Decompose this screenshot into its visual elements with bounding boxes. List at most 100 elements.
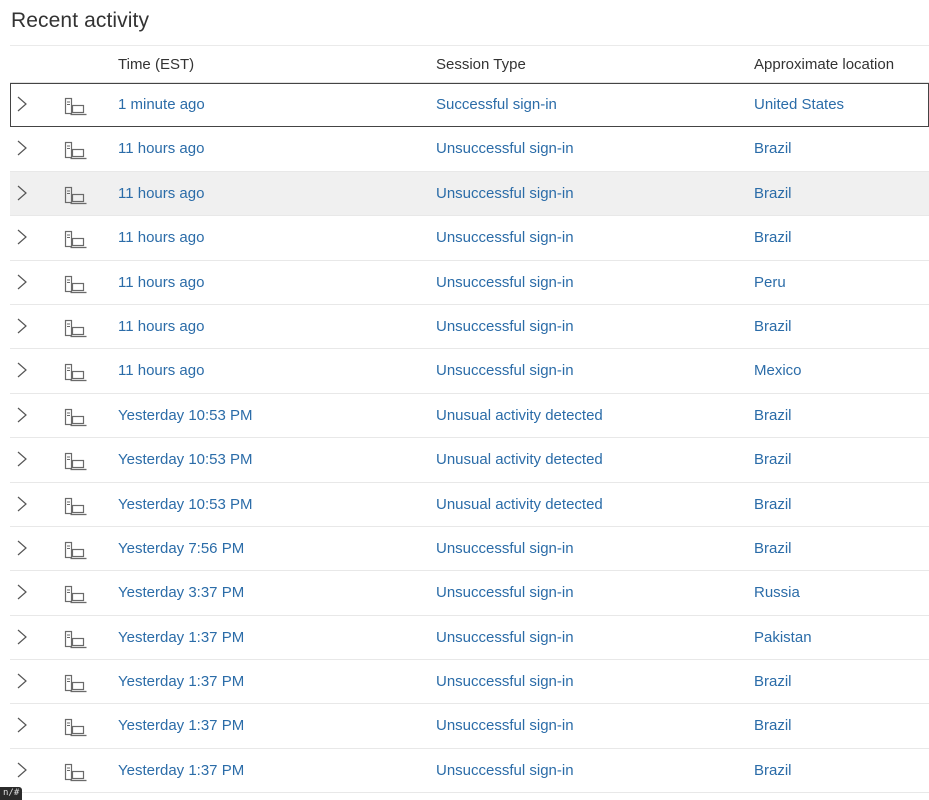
table-row[interactable]: 11 hours ago Unsuccessful sign-in Brazil — [10, 216, 929, 261]
recent-activity-page: Recent activity Time (EST) Session Type … — [0, 0, 929, 800]
cell-time[interactable]: 11 hours ago — [118, 140, 204, 157]
cell-time[interactable]: Yesterday 1:37 PM — [118, 629, 244, 646]
cell-time[interactable]: Yesterday 1:37 PM — [118, 717, 244, 734]
chevron-right-icon[interactable] — [15, 496, 29, 512]
chevron-right-icon[interactable] — [15, 362, 29, 378]
activity-table: Time (EST) Session Type Approximate loca… — [10, 46, 929, 794]
table-row[interactable]: 11 hours ago Unsuccessful sign-in Brazil — [10, 127, 929, 172]
table-row[interactable]: Yesterday 7:56 PM Unsuccessful sign-in Bra… — [10, 527, 929, 572]
cell-time[interactable]: 1 minute ago — [118, 96, 205, 113]
computer-device-icon — [64, 674, 88, 694]
computer-device-icon — [64, 319, 88, 339]
cell-location[interactable]: Brazil — [754, 540, 792, 557]
cell-session-type[interactable]: Unsuccessful sign-in — [436, 629, 574, 646]
computer-device-icon — [64, 141, 88, 161]
chevron-right-icon[interactable] — [15, 407, 29, 423]
table-row[interactable]: Yesterday 1:37 PM Unsuccessful sign-in Bra… — [10, 749, 929, 794]
table-row[interactable]: Yesterday 10:53 PM Unusual activity detec… — [10, 394, 929, 439]
chevron-right-icon[interactable] — [15, 318, 29, 334]
cell-session-type[interactable]: Unsuccessful sign-in — [436, 762, 574, 779]
chevron-right-icon[interactable] — [15, 629, 29, 645]
cell-location[interactable]: Brazil — [754, 496, 792, 513]
cell-time[interactable]: Yesterday 10:53 PM — [118, 496, 253, 513]
table-row[interactable]: Yesterday 10:53 PM Unusual activity detec… — [10, 438, 929, 483]
chevron-right-icon[interactable] — [15, 451, 29, 467]
table-row[interactable]: 11 hours ago Unsuccessful sign-in Peru — [10, 261, 929, 305]
computer-device-icon — [64, 585, 88, 605]
cell-session-type[interactable]: Unsuccessful sign-in — [436, 229, 574, 246]
cell-session-type[interactable]: Unsuccessful sign-in — [436, 185, 574, 202]
cell-location[interactable]: Brazil — [754, 762, 792, 779]
table-row[interactable]: 1 minute ago Successful sign-in United Sta… — [10, 83, 929, 128]
chevron-right-icon[interactable] — [15, 185, 29, 201]
cell-location[interactable]: Pakistan — [754, 629, 812, 646]
cell-session-type[interactable]: Unsuccessful sign-in — [436, 318, 574, 335]
cell-session-type[interactable]: Successful sign-in — [436, 96, 557, 113]
table-row[interactable]: Yesterday 3:37 PM Unsuccessful sign-in Rus… — [10, 571, 929, 616]
cell-time[interactable]: 11 hours ago — [118, 274, 204, 291]
cell-location[interactable]: Russia — [754, 584, 800, 601]
table-row[interactable]: Yesterday 1:37 PM Unsuccessful sign-in Bra… — [10, 704, 929, 749]
table-row[interactable]: Yesterday 1:37 PM Unsuccessful sign-in Pak… — [10, 616, 929, 661]
cell-time[interactable]: Yesterday 3:37 PM — [118, 584, 244, 601]
cell-location[interactable]: Brazil — [754, 673, 792, 690]
header-session-type: Session Type — [436, 56, 526, 73]
chevron-right-icon[interactable] — [15, 140, 29, 156]
chevron-right-icon[interactable] — [15, 229, 29, 245]
header-location: Approximate location — [754, 56, 895, 73]
cell-location[interactable]: Brazil — [754, 318, 792, 335]
page-title: Recent activity — [11, 9, 150, 32]
cell-time[interactable]: Yesterday 10:53 PM — [118, 451, 253, 468]
chevron-right-icon[interactable] — [15, 762, 29, 778]
cell-location[interactable]: Mexico — [754, 362, 802, 379]
cell-session-type[interactable]: Unsuccessful sign-in — [436, 673, 574, 690]
chevron-right-icon[interactable] — [15, 584, 29, 600]
chevron-right-icon[interactable] — [15, 673, 29, 689]
table-row[interactable]: Yesterday 10:53 PM Unusual activity detec… — [10, 483, 929, 527]
computer-device-icon — [64, 97, 88, 117]
cell-session-type[interactable]: Unusual activity detected — [436, 451, 603, 468]
cell-session-type[interactable]: Unusual activity detected — [436, 407, 603, 424]
status-bar-url: n/# — [0, 787, 23, 800]
cell-session-type[interactable]: Unsuccessful sign-in — [436, 362, 574, 379]
computer-device-icon — [64, 497, 88, 517]
cell-session-type[interactable]: Unsuccessful sign-in — [436, 717, 574, 734]
cell-location[interactable]: Brazil — [754, 185, 792, 202]
table-row[interactable]: 11 hours ago Unsuccessful sign-in Brazil — [10, 171, 929, 217]
table-row[interactable]: 11 hours ago Unsuccessful sign-in Mexico — [10, 349, 929, 394]
cell-location[interactable]: United States — [754, 96, 844, 113]
table-row[interactable]: 11 hours ago Unsuccessful sign-in Brazil — [10, 305, 929, 350]
cell-session-type[interactable]: Unsuccessful sign-in — [436, 140, 574, 157]
cell-time[interactable]: 11 hours ago — [118, 229, 204, 246]
cell-session-type[interactable]: Unusual activity detected — [436, 496, 603, 513]
cell-session-type[interactable]: Unsuccessful sign-in — [436, 540, 574, 557]
cell-time[interactable]: 11 hours ago — [118, 185, 204, 202]
table-row[interactable]: Yesterday 1:37 PM Unsuccessful sign-in Bra… — [10, 660, 929, 705]
table-header: Time (EST) Session Type Approximate loca… — [10, 46, 929, 83]
cell-time[interactable]: 11 hours ago — [118, 318, 204, 335]
chevron-right-icon[interactable] — [15, 540, 29, 556]
header-time: Time (EST) — [118, 56, 195, 73]
computer-device-icon — [64, 275, 88, 295]
computer-device-icon — [64, 541, 88, 561]
cell-session-type[interactable]: Unsuccessful sign-in — [436, 274, 574, 291]
chevron-right-icon[interactable] — [15, 717, 29, 733]
computer-device-icon — [64, 630, 88, 650]
cell-time[interactable]: 11 hours ago — [118, 362, 204, 379]
chevron-right-icon[interactable] — [15, 96, 29, 112]
chevron-right-icon[interactable] — [15, 274, 29, 290]
cell-session-type[interactable]: Unsuccessful sign-in — [436, 584, 574, 601]
cell-time[interactable]: Yesterday 10:53 PM — [118, 407, 253, 424]
computer-device-icon — [64, 186, 88, 206]
cell-time[interactable]: Yesterday 7:56 PM — [118, 540, 244, 557]
cell-location[interactable]: Brazil — [754, 407, 792, 424]
cell-time[interactable]: Yesterday 1:37 PM — [118, 673, 244, 690]
cell-location[interactable]: Brazil — [754, 229, 792, 246]
cell-location[interactable]: Brazil — [754, 451, 792, 468]
cell-time[interactable]: Yesterday 1:37 PM — [118, 762, 244, 779]
cell-location[interactable]: Peru — [754, 274, 786, 291]
cell-location[interactable]: Brazil — [754, 140, 792, 157]
computer-device-icon — [64, 763, 88, 783]
cell-location[interactable]: Brazil — [754, 717, 792, 734]
computer-device-icon — [64, 408, 88, 428]
